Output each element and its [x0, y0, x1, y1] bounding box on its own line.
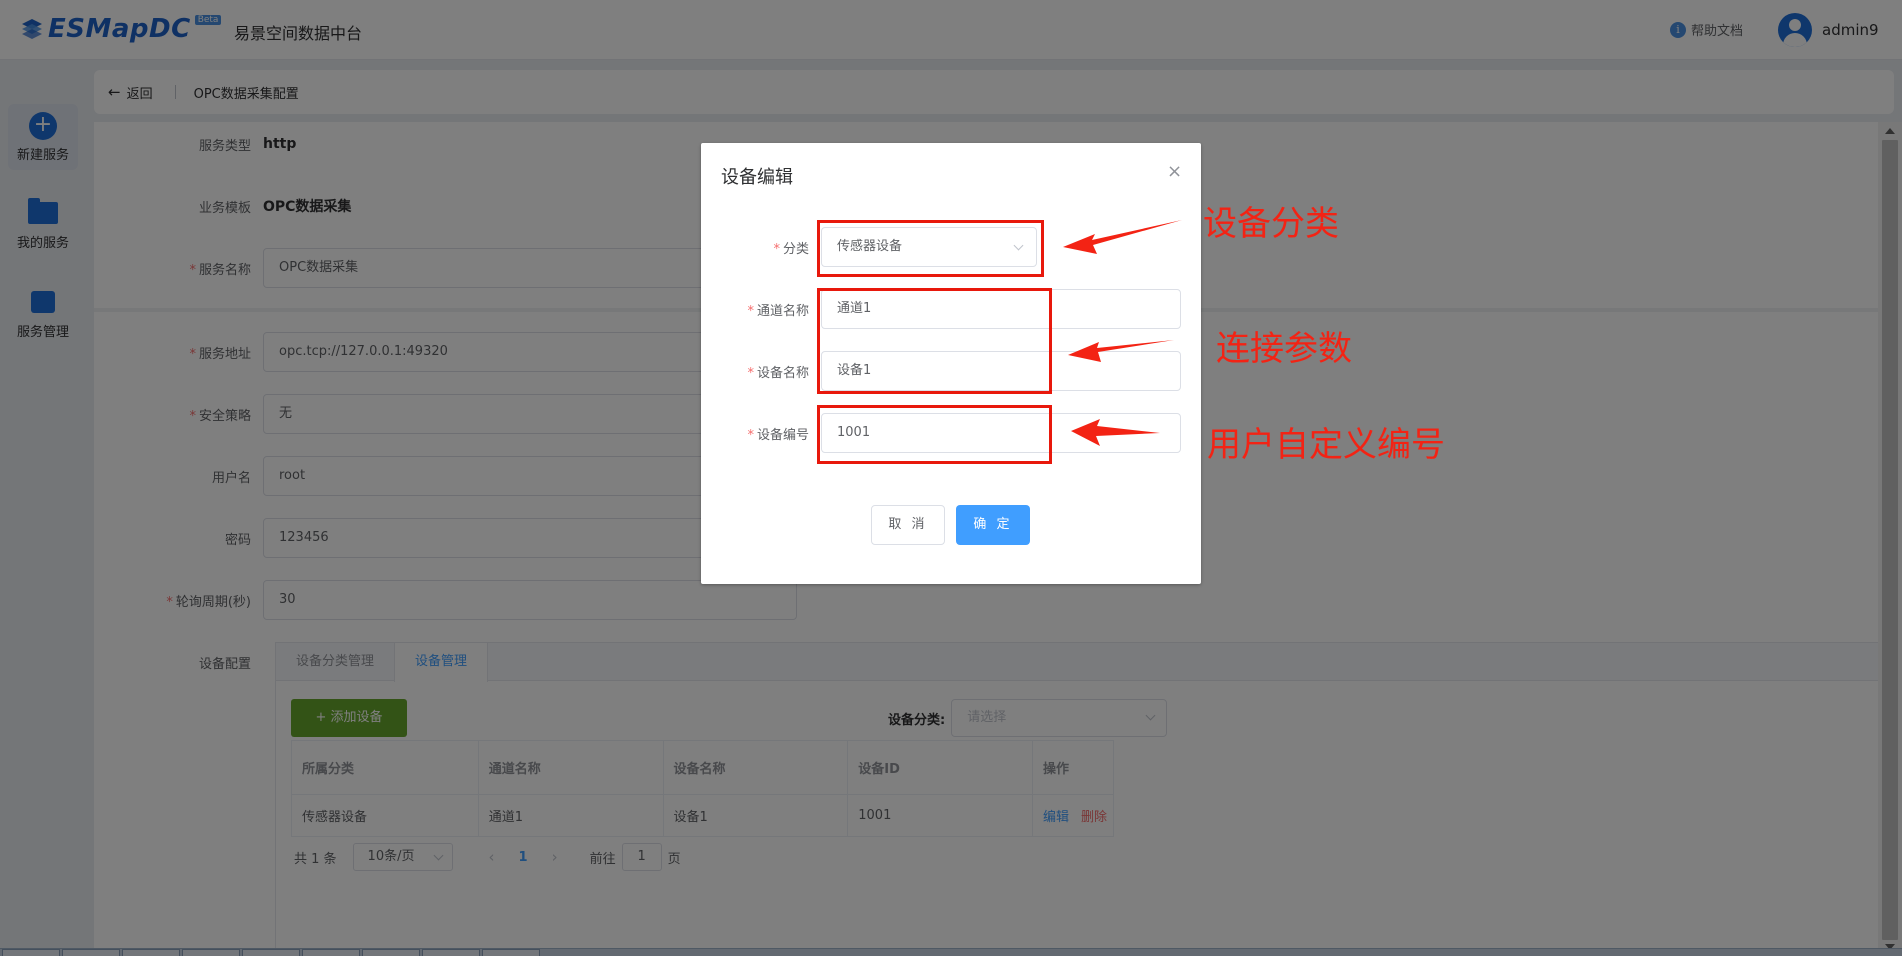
dialog-title: 设备编辑 [721, 167, 793, 188]
required-mark: * [747, 365, 754, 381]
annotation-custom-id: 用户自定义编号 [1207, 425, 1445, 465]
annotation-connection: 连接参数 [1216, 329, 1352, 369]
annotation-box-category [817, 220, 1044, 277]
annotation-category: 设备分类 [1203, 204, 1339, 244]
annotation-box-connection [817, 288, 1052, 394]
cancel-button[interactable]: 取 消 [871, 505, 945, 545]
required-mark: * [747, 427, 754, 443]
required-mark: * [773, 241, 780, 257]
confirm-button[interactable]: 确 定 [956, 505, 1030, 545]
close-icon[interactable]: × [1167, 161, 1182, 182]
device-no-label: 设备编号 [756, 427, 809, 443]
device-name-label: 设备名称 [756, 365, 809, 381]
channel-label: 通道名称 [756, 303, 809, 319]
required-mark: * [747, 303, 754, 319]
category-label: 分类 [782, 241, 809, 257]
annotation-box-device-no [817, 405, 1052, 464]
